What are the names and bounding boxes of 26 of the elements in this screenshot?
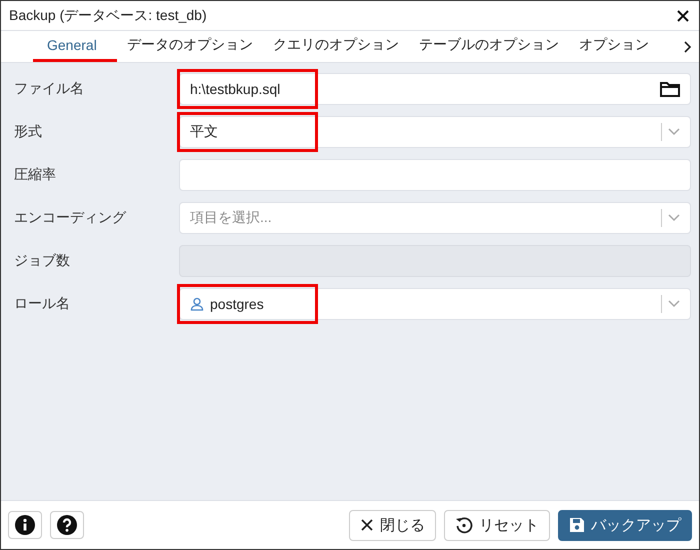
tab[interactable]: オプション xyxy=(568,31,659,62)
dropdown-field[interactable]: postgres xyxy=(179,288,691,320)
tab[interactable]: データのオプション xyxy=(116,31,263,62)
window-title: Backup (データベース: test_db) xyxy=(9,6,207,24)
field-label: ジョブ数 xyxy=(14,252,71,270)
dropdown-field[interactable]: 平文 xyxy=(179,116,691,148)
help-button[interactable] xyxy=(50,511,84,539)
backup-button[interactable]: バックアップ xyxy=(558,510,692,540)
user-icon xyxy=(190,297,204,311)
folder-icon[interactable] xyxy=(660,81,680,97)
field-label: ロール名 xyxy=(14,295,71,313)
file-field[interactable]: h:\testbkup.sql xyxy=(179,73,691,105)
close-icon[interactable] xyxy=(675,8,691,24)
input-field[interactable] xyxy=(179,159,691,191)
close-icon xyxy=(360,518,374,532)
tab[interactable]: クエリのオプション xyxy=(262,31,409,62)
field-label: ファイル名 xyxy=(14,80,85,98)
tab[interactable]: テーブルのオプション xyxy=(408,31,569,62)
close-button[interactable]: 閉じる xyxy=(349,510,436,540)
dropdown-field[interactable]: 項目を選択... xyxy=(179,202,691,234)
field-label: 圧縮率 xyxy=(14,166,57,184)
field-label: エンコーディング xyxy=(14,209,128,227)
reset-button[interactable]: リセット xyxy=(444,510,550,540)
info-button[interactable] xyxy=(8,511,42,539)
field-label: 形式 xyxy=(14,123,43,141)
reset-icon xyxy=(455,516,473,534)
